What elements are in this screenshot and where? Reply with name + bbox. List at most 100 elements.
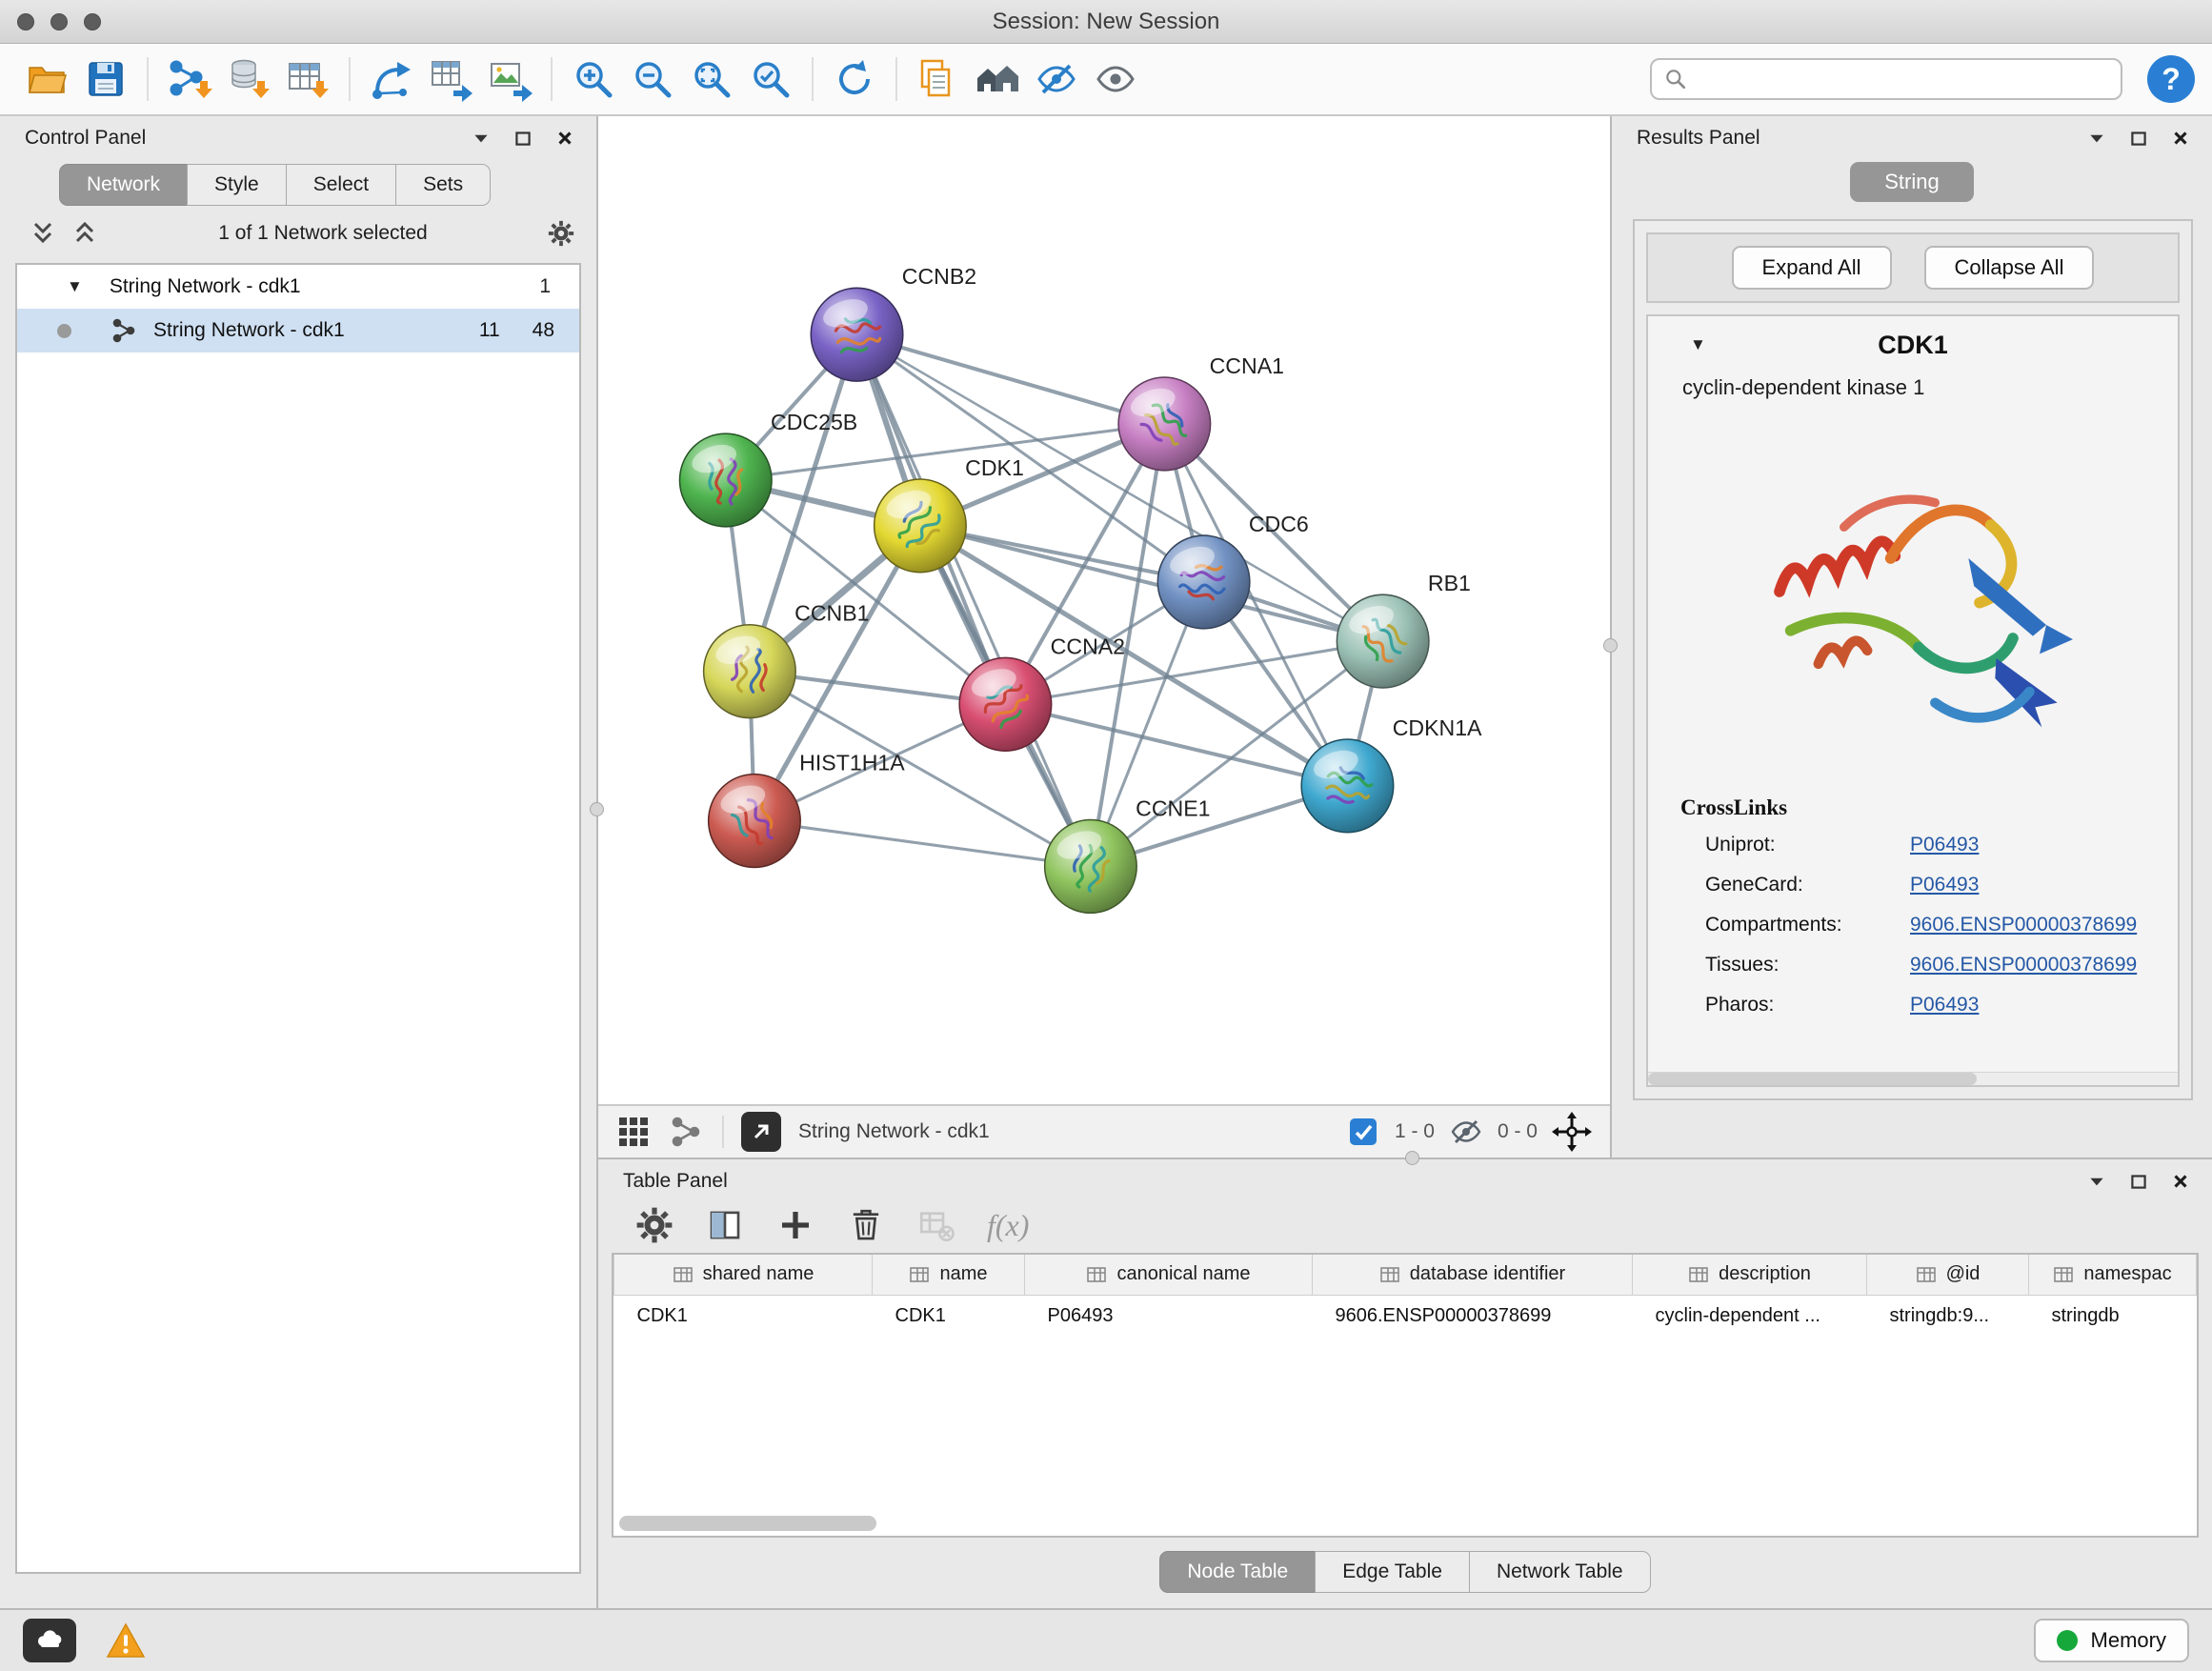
- gear-icon[interactable]: [547, 219, 575, 248]
- col-database-identifier[interactable]: database identifier: [1313, 1255, 1633, 1295]
- tab-network-table[interactable]: Network Table: [1469, 1551, 1651, 1593]
- float-panel-icon[interactable]: [2128, 128, 2149, 149]
- cell-canonical-name[interactable]: P06493: [1025, 1295, 1313, 1337]
- network-node[interactable]: CCNA1: [1118, 353, 1284, 471]
- cell-id[interactable]: stringdb:9...: [1867, 1295, 2029, 1337]
- open-file-button[interactable]: [17, 50, 76, 109]
- tab-node-table[interactable]: Node Table: [1159, 1551, 1316, 1593]
- expand-all-button[interactable]: Expand All: [1732, 246, 1892, 290]
- col-description[interactable]: description: [1633, 1255, 1867, 1295]
- columns-icon[interactable]: [705, 1205, 745, 1245]
- cloud-button[interactable]: [23, 1619, 76, 1662]
- close-panel-icon[interactable]: [2170, 128, 2191, 149]
- apply-layout-button[interactable]: [825, 50, 884, 109]
- cell-shared-name[interactable]: CDK1: [614, 1295, 873, 1337]
- import-table-from-file-button[interactable]: [278, 50, 337, 109]
- hide-selected-button[interactable]: [1027, 50, 1086, 109]
- gear-icon[interactable]: [634, 1205, 674, 1245]
- expand-all-icon[interactable]: [70, 219, 99, 248]
- attribute-table[interactable]: shared name name canonical name database…: [613, 1255, 2197, 1337]
- float-panel-icon[interactable]: [2128, 1171, 2149, 1192]
- tab-edge-table[interactable]: Edge Table: [1315, 1551, 1470, 1593]
- warnings-button[interactable]: [99, 1619, 152, 1662]
- export-network-button[interactable]: [362, 50, 421, 109]
- col-namespace[interactable]: namespac: [2029, 1255, 2197, 1295]
- network-graph[interactable]: CCNB2CCNA1CDC25BCDK1CDC6RB1CCNB1CCNA2CDK…: [598, 116, 1610, 1104]
- close-window-icon[interactable]: [17, 13, 34, 30]
- tab-sets[interactable]: Sets: [395, 164, 491, 206]
- close-panel-icon[interactable]: [554, 128, 575, 149]
- cell-namespace[interactable]: stringdb: [2029, 1295, 2197, 1337]
- horizontal-scrollbar[interactable]: [1648, 1072, 2178, 1085]
- network-edge[interactable]: [1005, 704, 1347, 786]
- crosshair-move-icon[interactable]: [1551, 1111, 1593, 1153]
- network-edge[interactable]: [857, 334, 1165, 424]
- hidden-eye-icon[interactable]: [1448, 1114, 1484, 1150]
- zoom-fit-button[interactable]: [682, 50, 741, 109]
- crosslink-compartments[interactable]: 9606.ENSP00000378699: [1910, 914, 2149, 936]
- close-panel-icon[interactable]: [2170, 1171, 2191, 1192]
- crosslink-pharos[interactable]: P06493: [1910, 994, 2149, 1017]
- protein-section-header[interactable]: ▼ CDK1: [1648, 316, 2178, 373]
- panel-menu-icon[interactable]: [2086, 128, 2107, 149]
- float-panel-icon[interactable]: [513, 128, 533, 149]
- crosslink-uniprot[interactable]: P06493: [1910, 834, 2149, 856]
- col-id[interactable]: @id: [1867, 1255, 2029, 1295]
- collapse-all-icon[interactable]: [29, 219, 57, 248]
- export-image-button[interactable]: [480, 50, 539, 109]
- show-all-button[interactable]: [1086, 50, 1145, 109]
- col-canonical-name[interactable]: canonical name: [1025, 1255, 1313, 1295]
- open-in-new-window-button[interactable]: [741, 1112, 781, 1152]
- selected-checkbox-icon[interactable]: [1345, 1114, 1381, 1150]
- save-session-button[interactable]: [76, 50, 135, 109]
- crosslink-tissues[interactable]: 9606.ENSP00000378699: [1910, 954, 2149, 976]
- zoom-out-button[interactable]: [623, 50, 682, 109]
- tab-string[interactable]: String: [1850, 162, 1973, 202]
- network-node[interactable]: CDC25B: [679, 410, 857, 527]
- collapse-all-button[interactable]: Collapse All: [1924, 246, 2095, 290]
- network-glyph-icon[interactable]: [669, 1114, 705, 1150]
- add-column-icon[interactable]: [775, 1205, 815, 1245]
- cell-database-identifier[interactable]: 9606.ENSP00000378699: [1313, 1295, 1633, 1337]
- fx-function-icon[interactable]: f(x): [987, 1208, 1029, 1243]
- network-edge[interactable]: [857, 334, 1091, 866]
- maximize-window-icon[interactable]: [84, 13, 101, 30]
- minimize-window-icon[interactable]: [50, 13, 68, 30]
- import-network-from-database-button[interactable]: [219, 50, 278, 109]
- cell-name[interactable]: CDK1: [873, 1295, 1025, 1337]
- search-input[interactable]: [1698, 69, 2109, 91]
- tab-style[interactable]: Style: [187, 164, 287, 206]
- import-network-from-file-button[interactable]: [160, 50, 219, 109]
- expander-icon[interactable]: ▼: [1690, 335, 1706, 354]
- tab-network[interactable]: Network: [59, 164, 188, 206]
- zoom-selected-button[interactable]: [741, 50, 800, 109]
- tab-select[interactable]: Select: [286, 164, 396, 206]
- network-edge[interactable]: [754, 821, 1091, 867]
- panel-menu-icon[interactable]: [2086, 1171, 2107, 1192]
- memory-button[interactable]: Memory: [2034, 1619, 2189, 1662]
- traffic-lights[interactable]: [17, 13, 101, 30]
- network-row-selected[interactable]: String Network - cdk1 11 48: [17, 309, 579, 352]
- network-node[interactable]: CDK1: [875, 455, 1024, 573]
- panel-menu-icon[interactable]: [471, 128, 492, 149]
- export-table-button[interactable]: [421, 50, 480, 109]
- network-node[interactable]: RB1: [1337, 571, 1471, 688]
- network-node[interactable]: CCNE1: [1045, 795, 1211, 913]
- copy-button[interactable]: [909, 50, 968, 109]
- network-node[interactable]: HIST1H1A: [709, 750, 905, 867]
- birdseye-grid-icon[interactable]: [615, 1114, 652, 1150]
- network-collection-row[interactable]: ▼ String Network - cdk1 1: [17, 265, 579, 309]
- col-name[interactable]: name: [873, 1255, 1025, 1295]
- col-shared-name[interactable]: shared name: [614, 1255, 873, 1295]
- cell-description[interactable]: cyclin-dependent ...: [1633, 1295, 1867, 1337]
- table-row[interactable]: CDK1 CDK1 P06493 9606.ENSP00000378699 cy…: [614, 1295, 2197, 1337]
- crosslink-genecard[interactable]: P06493: [1910, 874, 2149, 896]
- expander-icon[interactable]: ▼: [67, 277, 83, 296]
- network-node[interactable]: CDKN1A: [1301, 715, 1482, 833]
- delete-icon[interactable]: [846, 1205, 886, 1245]
- network-canvas[interactable]: CCNB2CCNA1CDC25BCDK1CDC6RB1CCNB1CCNA2CDK…: [598, 116, 1610, 1104]
- string-home-button[interactable]: [968, 50, 1027, 109]
- zoom-in-button[interactable]: [564, 50, 623, 109]
- help-button[interactable]: ?: [2147, 55, 2195, 103]
- horizontal-scrollbar-thumb[interactable]: [619, 1516, 876, 1531]
